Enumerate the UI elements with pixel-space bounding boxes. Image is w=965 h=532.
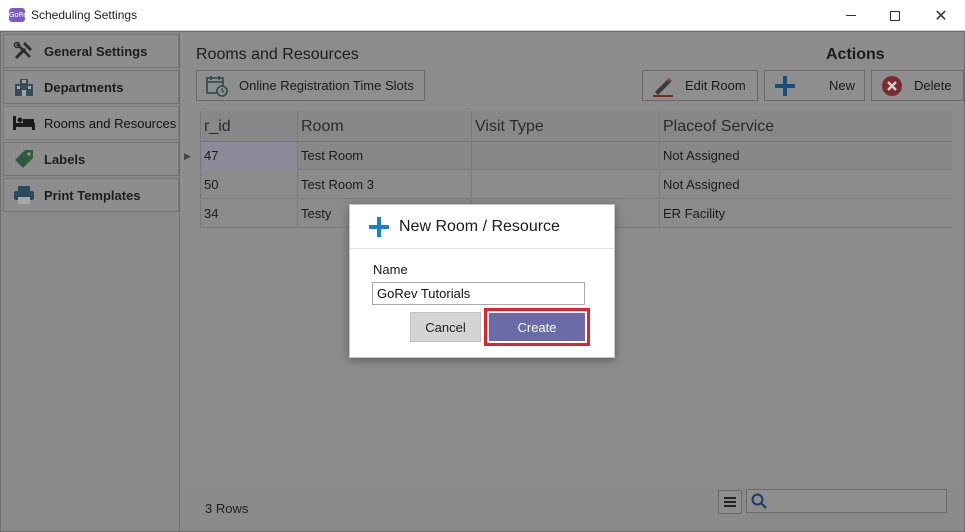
column-header-visit-type[interactable]: Visit Type — [471, 111, 659, 142]
create-button-highlight: Create — [484, 308, 590, 346]
printer-icon — [12, 184, 36, 206]
cancel-button[interactable]: Cancel — [410, 312, 481, 342]
create-button[interactable]: Create — [489, 313, 585, 341]
actions-title: Actions — [826, 46, 885, 63]
sidebar-item-label: Labels — [44, 151, 86, 167]
sidebar-item-label: Departments — [44, 79, 124, 95]
minimize-button[interactable] — [828, 0, 874, 31]
cell-r-id[interactable]: 47 — [200, 142, 297, 170]
dialog-title: New Room / Resource — [399, 218, 560, 235]
sidebar-item-label: Rooms and Resources — [44, 115, 177, 131]
tools-icon — [12, 40, 36, 62]
tag-icon — [12, 148, 36, 170]
delete-icon — [880, 74, 904, 98]
section-title: Rooms and Resources — [196, 46, 359, 63]
title-bar: GoRev Scheduling Settings ✕ — [0, 0, 965, 31]
name-field[interactable] — [372, 282, 585, 305]
online-registration-time-slots-button[interactable]: Online Registration Time Slots — [196, 70, 425, 101]
maximize-button[interactable] — [872, 0, 918, 31]
app-icon: GoRev — [9, 8, 32, 22]
rows-count: 3 Rows — [205, 501, 249, 516]
new-room-dialog: New Room / Resource Name Cancel Create — [349, 204, 615, 358]
close-button[interactable]: ✕ — [918, 0, 964, 31]
edit-room-label: Edit Room — [685, 78, 746, 93]
cell-place-of-service[interactable]: ER Facility — [659, 200, 952, 228]
maximize-icon — [890, 10, 900, 21]
row-selector-icon: ▶ — [184, 151, 191, 161]
cell-room[interactable]: Test Room 3 — [297, 171, 471, 199]
window-title: Scheduling Settings — [31, 8, 138, 22]
bed-icon — [12, 112, 36, 134]
search-icon — [751, 493, 767, 509]
new-label: New — [829, 78, 856, 93]
column-header-place-of-service[interactable]: Placeof Service — [659, 111, 952, 142]
sidebar-item-departments[interactable]: Departments — [3, 70, 179, 104]
plus-icon — [368, 216, 390, 238]
grid-menu-button[interactable] — [718, 490, 742, 514]
grid-header: r_id Room Visit Type Placeof Service — [200, 111, 952, 142]
delete-label: Delete — [914, 78, 952, 93]
name-label: Name — [373, 262, 408, 277]
sidebar-item-general-settings[interactable]: General Settings — [3, 34, 179, 68]
cell-r-id[interactable]: 50 — [200, 171, 297, 199]
delete-button[interactable]: Delete — [871, 70, 964, 101]
cell-visit-type[interactable] — [471, 142, 659, 170]
dialog-header: New Room / Resource — [350, 205, 614, 249]
sidebar-item-label: General Settings — [44, 43, 148, 59]
sidebar-item-labels[interactable]: Labels — [3, 142, 179, 176]
cell-visit-type[interactable] — [471, 171, 659, 199]
sidebar-item-rooms-and-resources[interactable]: Rooms and Resources — [3, 106, 179, 140]
plus-icon — [773, 74, 797, 98]
column-header-r-id[interactable]: r_id — [200, 111, 297, 142]
table-row[interactable]: ▶ 47 Test Room Not Assigned — [184, 142, 952, 170]
table-row[interactable]: 50 Test Room 3 Not Assigned — [200, 171, 952, 199]
cell-room[interactable]: Test Room — [297, 142, 471, 170]
edit-room-button[interactable]: Edit Room — [642, 70, 758, 101]
minimize-icon — [846, 15, 856, 16]
online-registration-time-slots-label: Online Registration Time Slots — [239, 78, 414, 93]
cell-place-of-service[interactable]: Not Assigned — [659, 142, 952, 170]
grid-search-input[interactable] — [746, 489, 947, 513]
calendar-clock-icon — [205, 74, 229, 98]
new-button[interactable]: New — [764, 70, 865, 101]
sidebar: General Settings Departments Rooms and R… — [1, 32, 180, 531]
cell-r-id[interactable]: 34 — [200, 200, 297, 228]
close-icon: ✕ — [934, 5, 948, 25]
menu-icon — [724, 497, 736, 499]
column-header-room[interactable]: Room — [297, 111, 471, 142]
pencil-icon — [651, 74, 675, 98]
building-icon — [12, 76, 36, 98]
sidebar-item-print-templates[interactable]: Print Templates — [3, 178, 179, 212]
cell-place-of-service[interactable]: Not Assigned — [659, 171, 952, 199]
sidebar-item-label: Print Templates — [44, 187, 141, 203]
